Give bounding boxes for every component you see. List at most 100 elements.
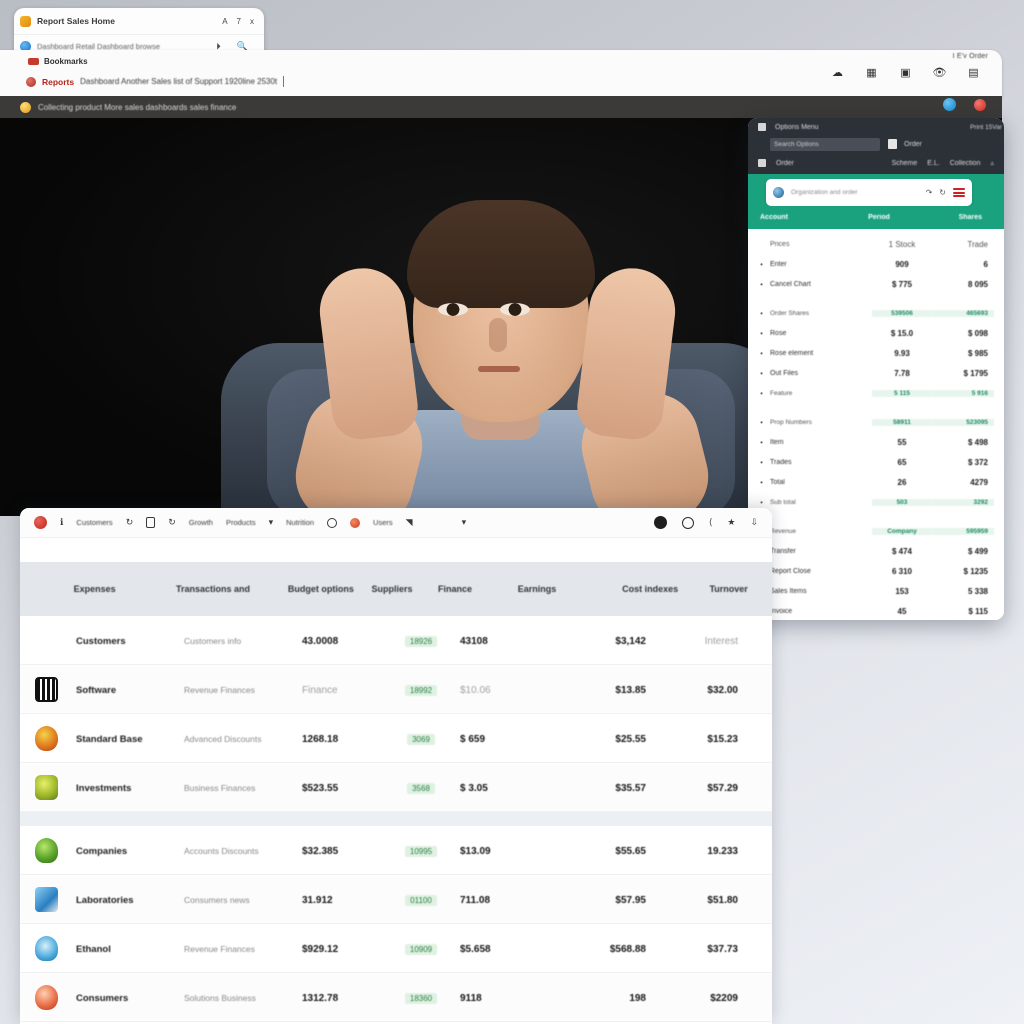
right-panel-secondary-label[interactable]: Order [904, 141, 922, 148]
rp-table-row[interactable]: •Report Close6 310$ 1235 [748, 561, 1004, 581]
chrome-toolbar-icons[interactable]: ☁ ▦ ▣ 👁 ▤ [831, 66, 980, 79]
grid-icon[interactable]: ▤ [967, 66, 980, 79]
rp-table-row[interactable]: • Item 55 $ 498 [748, 432, 1004, 452]
bookmark-row-primary[interactable]: Bookmarks [28, 57, 88, 66]
rp-table-row[interactable]: • Feature 5 115 5 916 [748, 383, 1004, 403]
rp-table-row[interactable]: • Trades 65 $ 372 [748, 452, 1004, 472]
menu-icon[interactable] [953, 188, 965, 197]
table-toolbar-right[interactable]: ⟨ ★ ⇩ [653, 516, 758, 529]
toolbar-label-growth[interactable]: Growth [189, 518, 213, 527]
tab-glyph-3[interactable]: x [250, 17, 254, 26]
chevron-down-icon-2[interactable]: ▾ [462, 517, 467, 528]
right-panel-print-label[interactable]: Print 15Var [970, 124, 1002, 131]
cell-finance: 9118 [460, 993, 482, 1004]
eye-icon[interactable]: 👁 [933, 66, 947, 79]
toolbar-label-users[interactable]: Users [373, 518, 393, 527]
column-header-budget[interactable]: Budget options [284, 584, 368, 594]
dark-circle-icon[interactable] [653, 516, 667, 529]
right-panel-filter-row[interactable]: Order Scheme E.L. Collection ▵ [758, 159, 994, 167]
rp-table-row[interactable]: •RevenueCompany595959 [748, 521, 1004, 541]
rp-table-row[interactable]: • Prop Numbers 58911 523095 [748, 412, 1004, 432]
column-header-expenses[interactable]: Expenses [70, 584, 172, 594]
rp-table-row[interactable]: • Cancel Chart $ 775 8 095 [748, 274, 1004, 294]
column-header-turnover[interactable]: Turnover [705, 584, 772, 594]
bookmark-row-secondary[interactable]: Reports Dashboard Another Sales list of … [26, 76, 285, 87]
tab-glyph-group[interactable]: A 7 x [222, 17, 258, 26]
mobile-icon[interactable] [146, 517, 156, 528]
ring-icon[interactable] [681, 516, 694, 529]
rp-row-value-1: 503 [872, 498, 932, 506]
rp-table-row[interactable]: •Invoice45$ 115 [748, 601, 1004, 620]
bookmark-label[interactable]: Bookmarks [44, 57, 88, 66]
table-row[interactable]: Consumers Solutions Business 1312.78 18360 9… [20, 973, 772, 1022]
rp-table-row[interactable]: •Sales Items1535 338 [748, 581, 1004, 601]
refresh-icon[interactable]: ↻ [939, 188, 946, 197]
orange-dot-icon[interactable] [350, 517, 361, 528]
left-chevron-icon[interactable]: ⟨ [709, 517, 713, 528]
table-row[interactable]: Customers Customers info 43.0008 18926 43108… [20, 616, 772, 665]
video-title-bar: Collecting product More sales dashboards… [0, 96, 1002, 118]
column-header-cost[interactable]: Cost indexes [618, 584, 705, 594]
document-icon[interactable]: ▣ [899, 66, 912, 79]
right-panel-secondary-row[interactable]: Order [888, 139, 922, 149]
bookmark-reports-label[interactable]: Reports [42, 77, 74, 87]
rp-table-row[interactable]: • Total 26 4279 [748, 472, 1004, 492]
right-panel-item-scheme[interactable]: Scheme [892, 160, 918, 167]
bullet-icon: • [760, 477, 763, 487]
tab-glyph-1[interactable]: A [222, 17, 227, 26]
text-caret [283, 76, 285, 87]
table-row[interactable]: Ethanol Revenue Finances $929.12 10909 $5.65… [20, 924, 772, 973]
rp-table-row[interactable]: •Transfer$ 474$ 499 [748, 541, 1004, 561]
download-icon[interactable]: ⇩ [750, 517, 758, 528]
right-panel-item-collection[interactable]: Collection [950, 160, 981, 167]
rp-table-row[interactable]: • Rose element 9.93 $ 985 [748, 343, 1004, 363]
refresh-icon[interactable]: ↻ [126, 517, 134, 528]
bullet-icon: • [760, 328, 763, 338]
table-row[interactable]: Software Revenue Finances Finance 18992 $10.… [20, 665, 772, 714]
right-panel-item-el[interactable]: E.L. [927, 160, 939, 167]
rp-row-value-1: 5 115 [872, 389, 932, 397]
filter-icon[interactable]: ◥ [406, 517, 413, 528]
user-icon[interactable]: ★ [727, 517, 735, 528]
red-record-button[interactable] [974, 98, 986, 111]
rp-table-row[interactable]: • Enter 909 6 [748, 254, 1004, 274]
layout-icon[interactable]: ▦ [865, 66, 878, 79]
sync-icon[interactable]: ↻ [168, 517, 176, 528]
table-row[interactable]: Companies Accounts Discounts $32.385 10995 $… [20, 826, 772, 875]
toolbar-label-products[interactable]: Products [226, 518, 256, 527]
toolbar-label-nutrition[interactable]: Nutrition [286, 518, 314, 527]
rp-table-row[interactable]: • Rose $ 15.0 $ 098 [748, 323, 1004, 343]
info-icon[interactable]: ℹ [60, 517, 63, 528]
right-panel-search-input[interactable]: Search Options [770, 138, 880, 151]
table-row[interactable]: Laboratories Consumers news 31.912 01100 711… [20, 875, 772, 924]
rp-row-value-1: $ 775 [891, 279, 913, 289]
table-row[interactable]: Standard Base Advanced Discounts 1268.18 30… [20, 714, 772, 763]
chevron-down-icon[interactable]: ▾ [269, 517, 274, 528]
column-header-finance[interactable]: Finance [434, 584, 514, 594]
table-toolbar[interactable]: ℹ Customers ↻ ↻ Growth Products ▾ Nutrit… [20, 508, 772, 538]
browser-tab[interactable]: Report Sales Home A 7 x [14, 8, 264, 34]
undo-icon[interactable]: ↷ [926, 188, 933, 197]
rp-table-row[interactable]: • Order Shares 539506 465693 [748, 303, 1004, 323]
rp-row-value-2: $ 499 [967, 546, 988, 556]
rp-row-value-1: $ 474 [891, 546, 913, 556]
settings-icon[interactable] [327, 517, 338, 528]
column-header-transactions[interactable]: Transactions and [172, 584, 284, 594]
tab-glyph-2[interactable]: 7 [237, 17, 241, 26]
right-panel-row-label[interactable]: Order [776, 160, 794, 167]
rp-row-value-1: 55 [897, 437, 907, 447]
cloud-icon[interactable]: ☁ [831, 66, 844, 79]
column-header-suppliers[interactable]: Suppliers [367, 584, 434, 594]
bullet-icon: • [760, 279, 763, 289]
record-button[interactable] [34, 516, 47, 529]
column-header-earnings[interactable]: Earnings [514, 584, 618, 594]
right-panel-search-bar[interactable]: Organization and order ↷ ↻ [766, 179, 972, 206]
toolbar-label-customers[interactable]: Customers [76, 518, 112, 527]
chevron-up-icon[interactable]: ▵ [990, 159, 994, 167]
blue-circle-button[interactable] [943, 98, 956, 111]
cell-earnings: $55.65 [615, 846, 646, 857]
rp-table-row[interactable]: • Sub total 503 3292 [748, 492, 1004, 512]
rp-table-row[interactable]: • Out Files 7.78 $ 1795 [748, 363, 1004, 383]
video-window-buttons[interactable] [943, 98, 986, 111]
table-row[interactable]: Investments Business Finances $523.55 3568 $… [20, 763, 772, 812]
